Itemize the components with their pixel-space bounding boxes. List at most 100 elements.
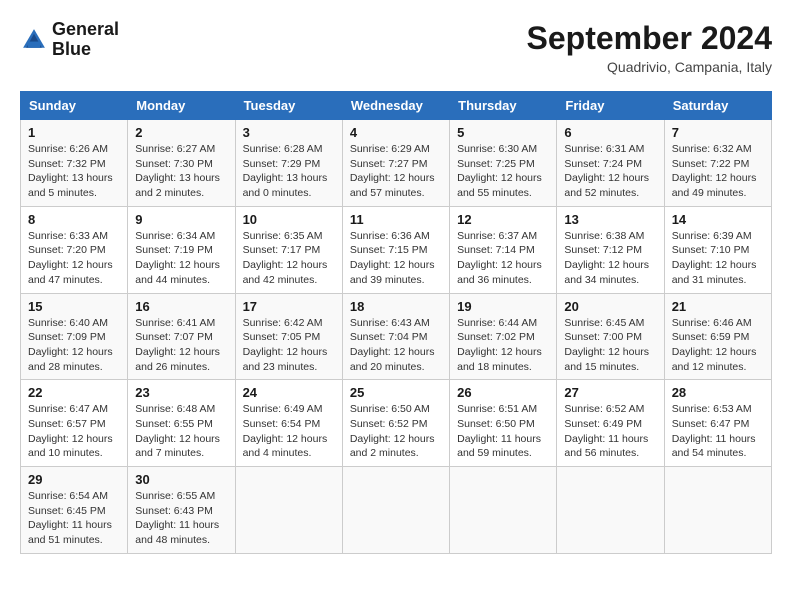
day-number: 1 (28, 125, 120, 140)
day-cell: 22 Sunrise: 6:47 AMSunset: 6:57 PMDayligh… (21, 380, 128, 467)
day-number: 21 (672, 299, 764, 314)
day-info: Sunrise: 6:39 AMSunset: 7:10 PMDaylight:… (672, 229, 764, 288)
col-header-monday: Monday (128, 92, 235, 120)
day-cell: 19Sunrise: 6:44 AMSunset: 7:02 PMDayligh… (450, 293, 557, 380)
day-number: 15 (28, 299, 120, 314)
day-cell (450, 467, 557, 554)
day-cell: 21Sunrise: 6:46 AMSunset: 6:59 PMDayligh… (664, 293, 771, 380)
logo-icon (20, 26, 48, 54)
day-info: Sunrise: 6:32 AMSunset: 7:22 PMDaylight:… (672, 142, 764, 201)
day-number: 6 (564, 125, 656, 140)
day-cell: 30 Sunrise: 6:55 AMSunset: 6:43 PMDayligh… (128, 467, 235, 554)
day-number: 5 (457, 125, 549, 140)
day-number: 24 (243, 385, 335, 400)
col-header-wednesday: Wednesday (342, 92, 449, 120)
day-number: 23 (135, 385, 227, 400)
day-number: 20 (564, 299, 656, 314)
day-cell: 4 Sunrise: 6:29 AMSunset: 7:27 PMDaylight… (342, 120, 449, 207)
day-cell: 17Sunrise: 6:42 AMSunset: 7:05 PMDayligh… (235, 293, 342, 380)
day-number: 4 (350, 125, 442, 140)
day-cell: 29 Sunrise: 6:54 AMSunset: 6:45 PMDayligh… (21, 467, 128, 554)
day-number: 7 (672, 125, 764, 140)
day-info: Sunrise: 6:55 AMSunset: 6:43 PMDaylight:… (135, 489, 227, 548)
month-title: September 2024 (527, 20, 772, 57)
page-header: General Blue September 2024 Quadrivio, C… (20, 20, 772, 75)
day-cell (664, 467, 771, 554)
day-cell: 24 Sunrise: 6:49 AMSunset: 6:54 PMDayligh… (235, 380, 342, 467)
day-cell: 28 Sunrise: 6:53 AMSunset: 6:47 PMDayligh… (664, 380, 771, 467)
day-info: Sunrise: 6:30 AMSunset: 7:25 PMDaylight:… (457, 142, 549, 201)
day-info: Sunrise: 6:45 AMSunset: 7:00 PMDaylight:… (564, 316, 656, 375)
day-info: Sunrise: 6:53 AMSunset: 6:47 PMDaylight:… (672, 402, 764, 461)
day-info: Sunrise: 6:29 AMSunset: 7:27 PMDaylight:… (350, 142, 442, 201)
day-cell: 7 Sunrise: 6:32 AMSunset: 7:22 PMDaylight… (664, 120, 771, 207)
day-cell: 15Sunrise: 6:40 AMSunset: 7:09 PMDayligh… (21, 293, 128, 380)
logo-text: General Blue (52, 20, 119, 60)
day-cell: 5 Sunrise: 6:30 AMSunset: 7:25 PMDaylight… (450, 120, 557, 207)
day-info: Sunrise: 6:34 AMSunset: 7:19 PMDaylight:… (135, 229, 227, 288)
day-number: 30 (135, 472, 227, 487)
day-cell: 18Sunrise: 6:43 AMSunset: 7:04 PMDayligh… (342, 293, 449, 380)
day-cell: 16Sunrise: 6:41 AMSunset: 7:07 PMDayligh… (128, 293, 235, 380)
header-row: SundayMondayTuesdayWednesdayThursdayFrid… (21, 92, 772, 120)
col-header-sunday: Sunday (21, 92, 128, 120)
day-cell: 14 Sunrise: 6:39 AMSunset: 7:10 PMDayligh… (664, 206, 771, 293)
day-cell: 9Sunrise: 6:34 AMSunset: 7:19 PMDaylight… (128, 206, 235, 293)
day-number: 12 (457, 212, 549, 227)
day-info: Sunrise: 6:48 AMSunset: 6:55 PMDaylight:… (135, 402, 227, 461)
day-cell: 8Sunrise: 6:33 AMSunset: 7:20 PMDaylight… (21, 206, 128, 293)
day-number: 27 (564, 385, 656, 400)
day-info: Sunrise: 6:51 AMSunset: 6:50 PMDaylight:… (457, 402, 549, 461)
col-header-tuesday: Tuesday (235, 92, 342, 120)
day-info: Sunrise: 6:36 AMSunset: 7:15 PMDaylight:… (350, 229, 442, 288)
day-cell (235, 467, 342, 554)
title-block: September 2024 Quadrivio, Campania, Ital… (527, 20, 772, 75)
day-number: 26 (457, 385, 549, 400)
week-row-4: 22 Sunrise: 6:47 AMSunset: 6:57 PMDayligh… (21, 380, 772, 467)
day-info: Sunrise: 6:47 AMSunset: 6:57 PMDaylight:… (28, 402, 120, 461)
day-cell: 6 Sunrise: 6:31 AMSunset: 7:24 PMDaylight… (557, 120, 664, 207)
day-number: 14 (672, 212, 764, 227)
day-info: Sunrise: 6:49 AMSunset: 6:54 PMDaylight:… (243, 402, 335, 461)
location-subtitle: Quadrivio, Campania, Italy (527, 59, 772, 75)
day-info: Sunrise: 6:27 AMSunset: 7:30 PMDaylight:… (135, 142, 227, 201)
day-cell (557, 467, 664, 554)
day-number: 13 (564, 212, 656, 227)
day-cell: 20 Sunrise: 6:45 AMSunset: 7:00 PMDayligh… (557, 293, 664, 380)
day-number: 10 (243, 212, 335, 227)
day-info: Sunrise: 6:54 AMSunset: 6:45 PMDaylight:… (28, 489, 120, 548)
day-info: Sunrise: 6:38 AMSunset: 7:12 PMDaylight:… (564, 229, 656, 288)
day-number: 2 (135, 125, 227, 140)
day-number: 28 (672, 385, 764, 400)
day-number: 8 (28, 212, 120, 227)
day-cell: 13 Sunrise: 6:38 AMSunset: 7:12 PMDayligh… (557, 206, 664, 293)
week-row-5: 29 Sunrise: 6:54 AMSunset: 6:45 PMDayligh… (21, 467, 772, 554)
day-cell: 11 Sunrise: 6:36 AMSunset: 7:15 PMDayligh… (342, 206, 449, 293)
day-cell: 27 Sunrise: 6:52 AMSunset: 6:49 PMDayligh… (557, 380, 664, 467)
week-row-2: 8Sunrise: 6:33 AMSunset: 7:20 PMDaylight… (21, 206, 772, 293)
day-cell: 3Sunrise: 6:28 AMSunset: 7:29 PMDaylight… (235, 120, 342, 207)
day-number: 16 (135, 299, 227, 314)
col-header-friday: Friday (557, 92, 664, 120)
day-info: Sunrise: 6:43 AMSunset: 7:04 PMDaylight:… (350, 316, 442, 375)
day-info: Sunrise: 6:52 AMSunset: 6:49 PMDaylight:… (564, 402, 656, 461)
day-info: Sunrise: 6:44 AMSunset: 7:02 PMDaylight:… (457, 316, 549, 375)
day-info: Sunrise: 6:42 AMSunset: 7:05 PMDaylight:… (243, 316, 335, 375)
day-cell: 2 Sunrise: 6:27 AMSunset: 7:30 PMDaylight… (128, 120, 235, 207)
logo: General Blue (20, 20, 119, 60)
day-info: Sunrise: 6:37 AMSunset: 7:14 PMDaylight:… (457, 229, 549, 288)
day-number: 22 (28, 385, 120, 400)
day-info: Sunrise: 6:26 AMSunset: 7:32 PMDaylight:… (28, 142, 120, 201)
day-number: 3 (243, 125, 335, 140)
day-number: 29 (28, 472, 120, 487)
day-cell: 25Sunrise: 6:50 AMSunset: 6:52 PMDayligh… (342, 380, 449, 467)
day-cell: 1 Sunrise: 6:26 AMSunset: 7:32 PMDaylight… (21, 120, 128, 207)
col-header-saturday: Saturday (664, 92, 771, 120)
day-cell: 10Sunrise: 6:35 AMSunset: 7:17 PMDayligh… (235, 206, 342, 293)
day-number: 11 (350, 212, 442, 227)
day-info: Sunrise: 6:31 AMSunset: 7:24 PMDaylight:… (564, 142, 656, 201)
day-number: 25 (350, 385, 442, 400)
day-cell (342, 467, 449, 554)
logo-line2: Blue (52, 40, 119, 60)
week-row-3: 15Sunrise: 6:40 AMSunset: 7:09 PMDayligh… (21, 293, 772, 380)
